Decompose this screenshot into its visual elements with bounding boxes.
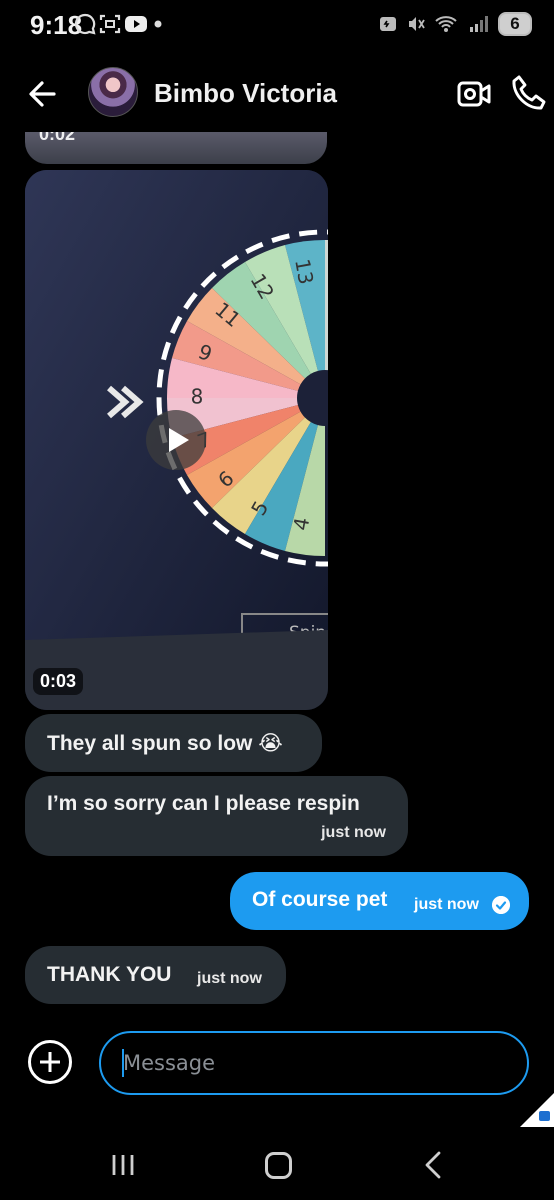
recents-icon[interactable] bbox=[110, 1154, 138, 1176]
status-bar: 9:18 6 bbox=[0, 0, 554, 52]
back-icon[interactable] bbox=[422, 1151, 446, 1179]
message-timestamp: just now bbox=[414, 896, 479, 913]
add-icon[interactable] bbox=[28, 1040, 72, 1084]
video-duration: 0:02 bbox=[39, 132, 76, 144]
wheel-number: 8 bbox=[191, 385, 204, 409]
incoming-message[interactable]: THANK YOU just now bbox=[25, 946, 286, 1004]
incoming-message[interactable]: They all spun so low 😭 bbox=[25, 714, 322, 772]
home-icon[interactable] bbox=[265, 1152, 292, 1179]
incoming-message[interactable]: I’m so sorry can I please respin just no… bbox=[25, 776, 408, 856]
nfc-icon bbox=[380, 17, 396, 31]
phone-icon[interactable] bbox=[510, 74, 546, 112]
video-call-icon[interactable] bbox=[456, 76, 492, 112]
check-circle-icon bbox=[492, 896, 510, 914]
message-input[interactable] bbox=[99, 1031, 529, 1095]
wifi-icon bbox=[435, 16, 457, 32]
signal-icon bbox=[470, 16, 488, 32]
youtube-icon bbox=[125, 16, 147, 32]
message-timestamp: just now bbox=[197, 970, 262, 987]
message-text: They all spun so low 😭 bbox=[47, 732, 283, 755]
previous-video-message[interactable]: 0:02 bbox=[25, 132, 327, 164]
message-text: Of course pet bbox=[252, 888, 388, 911]
video-message[interactable]: 131211987654 Spin 0:03 bbox=[25, 170, 328, 710]
chat-header: Bimbo Victoria bbox=[0, 52, 554, 136]
battery-icon: 6 bbox=[498, 12, 532, 36]
message-timestamp: just now bbox=[321, 824, 386, 841]
messenger-notification-icon bbox=[74, 13, 96, 35]
contact-name[interactable]: Bimbo Victoria bbox=[154, 78, 337, 109]
corner-badge-icon[interactable] bbox=[520, 1093, 554, 1127]
status-indicators: 6 bbox=[378, 12, 532, 36]
play-icon[interactable] bbox=[146, 410, 206, 470]
video-duration: 0:03 bbox=[33, 668, 84, 695]
back-arrow-icon[interactable] bbox=[24, 74, 64, 114]
outgoing-message[interactable]: Of course pet just now bbox=[230, 872, 529, 930]
text-caret bbox=[122, 1049, 124, 1077]
wheel-number: 13 bbox=[290, 257, 318, 286]
mute-icon bbox=[409, 17, 425, 31]
navigation-bar bbox=[0, 1130, 554, 1200]
dot-icon bbox=[154, 20, 162, 28]
message-text: THANK YOU bbox=[47, 963, 172, 986]
avatar[interactable] bbox=[88, 67, 138, 117]
message-text: I’m so sorry can I please respin bbox=[47, 792, 360, 815]
screenshot-icon bbox=[99, 14, 121, 34]
